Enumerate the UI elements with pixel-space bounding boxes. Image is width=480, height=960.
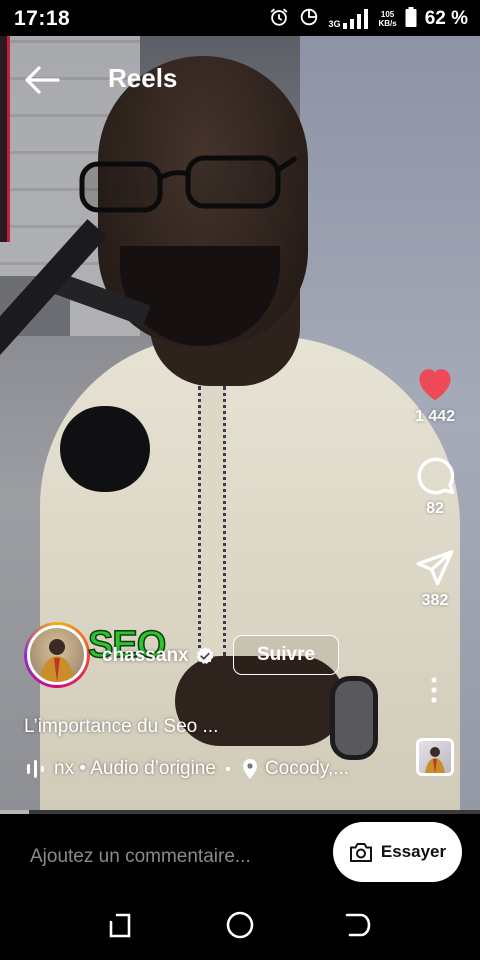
audio-cover-image — [425, 747, 445, 773]
send-icon — [416, 550, 454, 586]
audio-row: nx • Audio d’origine Cocody,... — [26, 756, 349, 782]
audio-title[interactable]: nx • Audio d’origine — [54, 758, 216, 780]
try-label: Essayer — [380, 842, 447, 861]
action-rail: 1 442 82 382 — [400, 360, 470, 610]
more-options-button[interactable] — [420, 676, 448, 704]
avatar-image — [27, 625, 87, 685]
share-count: 382 — [421, 592, 449, 609]
comment-button[interactable] — [411, 452, 459, 498]
follow-button[interactable]: Suivre — [233, 635, 339, 675]
recents-button[interactable] — [103, 908, 137, 942]
home-icon — [226, 911, 254, 939]
reels-header: Reels — [0, 56, 480, 104]
battery-percent: 62 % — [424, 8, 468, 29]
network-speed: 105 KB/s — [378, 10, 396, 28]
back-icon — [345, 913, 371, 937]
like-count: 1 442 — [414, 408, 456, 425]
signal-icon: 3G — [328, 9, 370, 29]
wrist-watch — [330, 676, 378, 760]
comment-bar: Ajoutez un commentaire... Essayer — [0, 814, 480, 894]
status-time: 17:18 — [14, 7, 71, 30]
system-navigation-bar — [0, 894, 480, 960]
like-button[interactable] — [411, 360, 459, 406]
speed-unit: KB/s — [378, 19, 397, 28]
comment-icon — [417, 457, 455, 495]
home-button[interactable] — [223, 908, 257, 942]
back-button[interactable] — [22, 62, 62, 98]
page-title: Reels — [108, 63, 178, 93]
verified-badge-icon — [196, 647, 214, 664]
speed-value: 105 — [380, 10, 395, 19]
author-avatar[interactable] — [24, 622, 90, 688]
microphone — [60, 406, 150, 492]
comment-count: 82 — [426, 500, 444, 517]
arrow-left-icon — [25, 66, 60, 94]
recents-icon — [109, 913, 131, 938]
more-vertical-icon — [431, 677, 437, 703]
location-label[interactable]: Cocody,... — [265, 758, 349, 780]
camera-icon — [349, 843, 372, 862]
try-camera-button[interactable]: Essayer — [333, 822, 462, 882]
author-username: chassanx — [102, 645, 189, 666]
heart-icon — [419, 369, 451, 401]
comment-input[interactable]: Ajoutez un commentaire... — [30, 846, 251, 868]
battery-icon — [405, 6, 417, 32]
glasses — [79, 155, 298, 213]
back-nav-button[interactable] — [341, 908, 375, 942]
location-pin-icon — [242, 759, 257, 779]
audio-wave-icon — [27, 760, 44, 778]
author-username-row[interactable]: chassanx — [102, 645, 215, 667]
alarm-icon — [268, 6, 290, 33]
shirt-embroidery — [198, 386, 226, 656]
status-bar: 17:18 3G 105 KB/s 62 % — [0, 0, 480, 36]
data-saver-icon — [298, 6, 320, 33]
share-button[interactable] — [411, 544, 459, 590]
caption[interactable]: L’importance du Seo ... — [24, 716, 218, 738]
audio-thumbnail[interactable] — [416, 738, 454, 776]
separator-dot — [225, 767, 230, 771]
avatar-portrait — [40, 639, 74, 682]
status-icons: 3G 105 KB/s 62 % — [268, 6, 468, 32]
network-type: 3G — [328, 19, 341, 29]
